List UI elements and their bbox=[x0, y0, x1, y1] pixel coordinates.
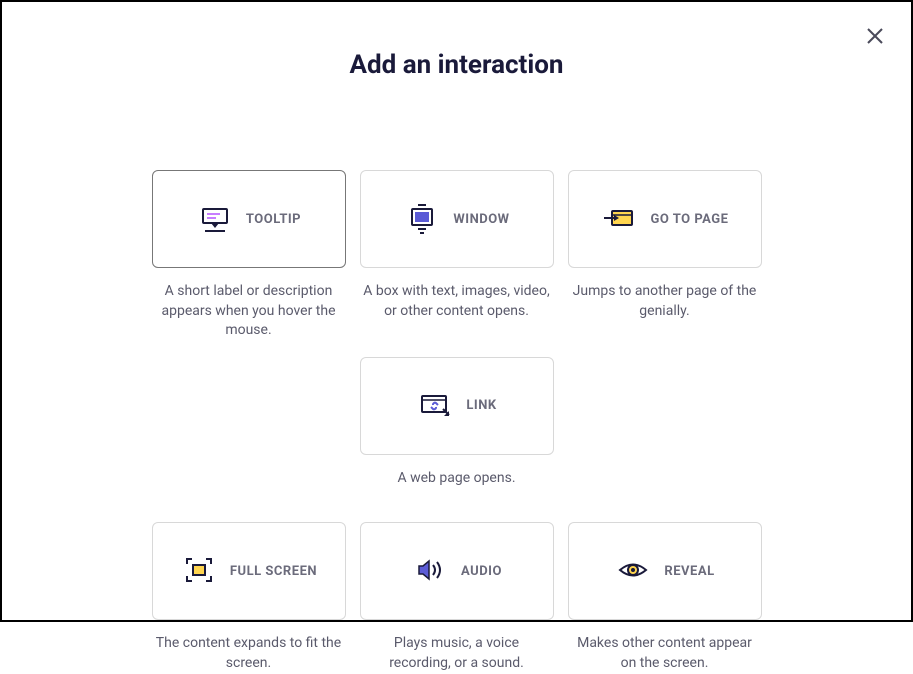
option-fullscreen: FULL SCREEN The content expands to fit t… bbox=[152, 522, 346, 673]
option-label: AUDIO bbox=[461, 564, 502, 579]
tooltip-icon bbox=[196, 200, 234, 238]
link-icon bbox=[416, 387, 454, 425]
option-audio: AUDIO Plays music, a voice recording, or… bbox=[360, 522, 554, 673]
option-card-link[interactable]: LINK bbox=[360, 357, 554, 455]
option-desc: The content expands to fit the screen. bbox=[152, 634, 346, 673]
option-card-tooltip[interactable]: TOOLTIP bbox=[152, 170, 346, 268]
reveal-icon bbox=[614, 552, 652, 590]
option-label: REVEAL bbox=[664, 564, 714, 579]
option-gotopage: GO TO PAGE Jumps to another page of the … bbox=[568, 170, 762, 341]
option-desc: A web page opens. bbox=[395, 469, 517, 489]
dialog-title: Add an interaction bbox=[2, 50, 911, 80]
option-tooltip: TOOLTIP A short label or description app… bbox=[152, 170, 346, 341]
option-label: GO TO PAGE bbox=[651, 212, 729, 227]
close-icon bbox=[865, 26, 885, 46]
option-desc: Plays music, a voice recording, or a sou… bbox=[360, 634, 554, 673]
option-desc: A short label or description appears whe… bbox=[152, 282, 346, 341]
option-desc: A box with text, images, video, or other… bbox=[360, 282, 554, 321]
option-window: WINDOW A box with text, images, video, o… bbox=[360, 170, 554, 341]
option-link: LINK A web page opens. bbox=[360, 357, 554, 489]
option-card-reveal[interactable]: REVEAL bbox=[568, 522, 762, 620]
option-label: TOOLTIP bbox=[246, 212, 301, 227]
option-label: FULL SCREEN bbox=[230, 564, 317, 579]
option-desc: Jumps to another page of the genially. bbox=[568, 282, 762, 321]
option-card-audio[interactable]: AUDIO bbox=[360, 522, 554, 620]
gotopage-icon bbox=[601, 200, 639, 238]
option-label: WINDOW bbox=[453, 212, 509, 227]
audio-icon bbox=[411, 552, 449, 590]
option-card-window[interactable]: WINDOW bbox=[360, 170, 554, 268]
options-grid: TOOLTIP A short label or description app… bbox=[2, 170, 911, 674]
option-card-gotopage[interactable]: GO TO PAGE bbox=[568, 170, 762, 268]
fullscreen-icon bbox=[180, 552, 218, 590]
option-label: LINK bbox=[466, 398, 496, 413]
option-card-fullscreen[interactable]: FULL SCREEN bbox=[152, 522, 346, 620]
window-icon bbox=[403, 200, 441, 238]
option-reveal: REVEAL Makes other content appear on the… bbox=[568, 522, 762, 673]
close-button[interactable] bbox=[863, 24, 887, 48]
option-desc: Makes other content appear on the screen… bbox=[568, 634, 762, 673]
